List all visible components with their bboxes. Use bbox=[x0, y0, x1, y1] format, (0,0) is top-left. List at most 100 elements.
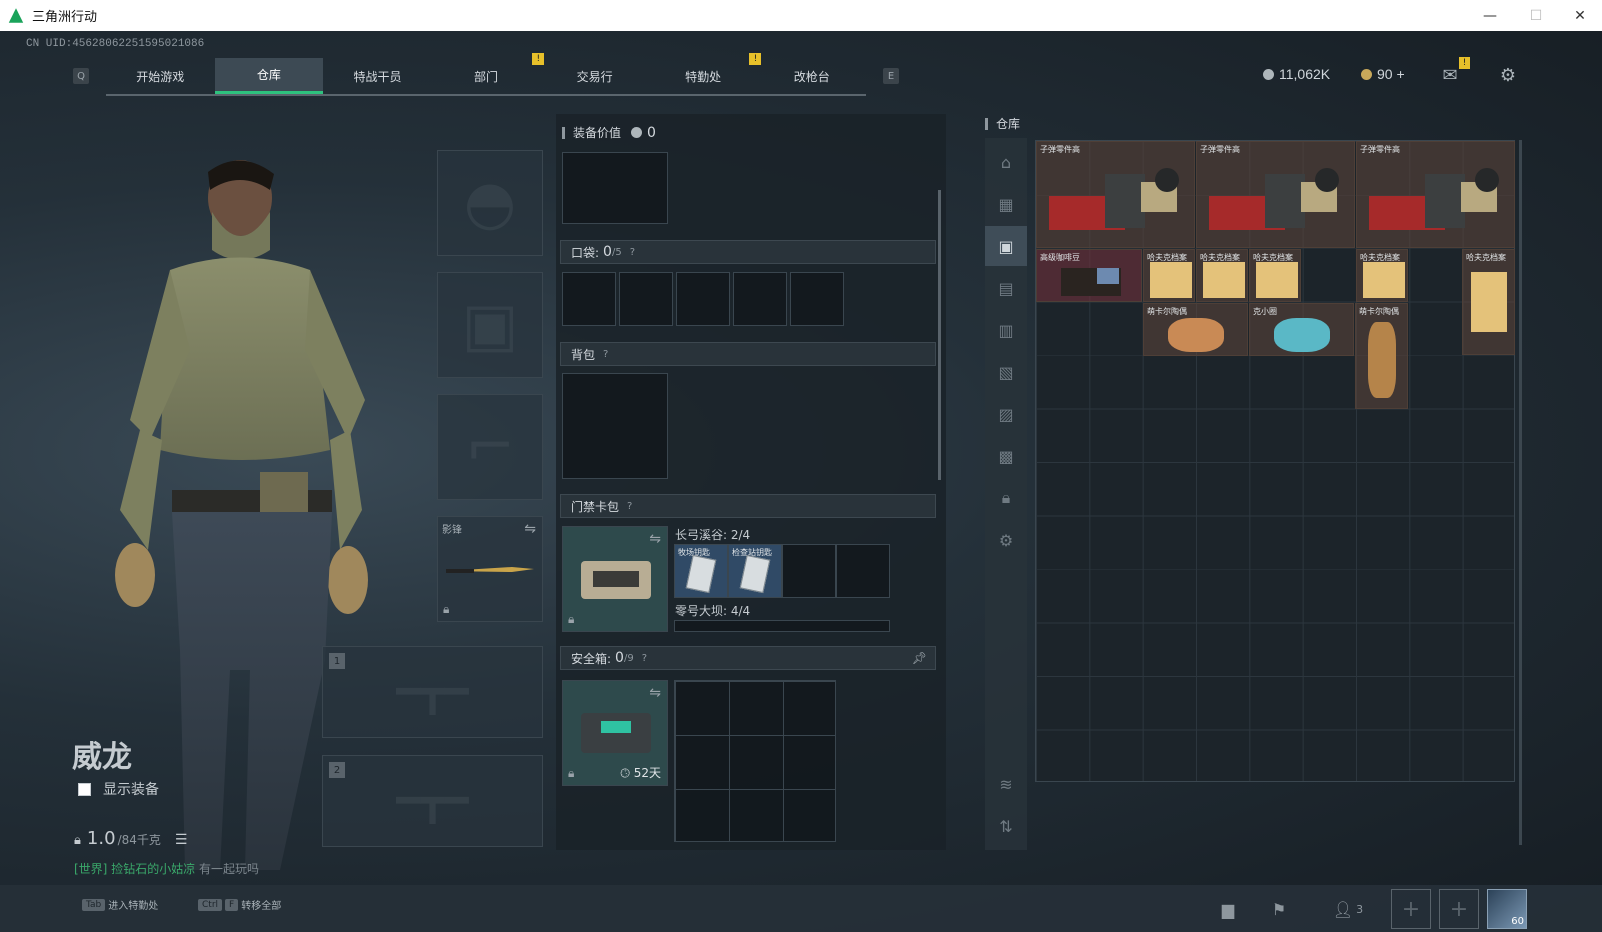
loadout-scrollbar[interactable] bbox=[938, 190, 941, 480]
safebox-grid[interactable] bbox=[674, 680, 836, 842]
coffee-bean-image bbox=[1061, 268, 1121, 296]
nav-next-key[interactable]: E bbox=[883, 68, 899, 84]
currency-primary[interactable]: 11,062K bbox=[1263, 66, 1330, 82]
tab-trading[interactable]: 交易行 bbox=[540, 58, 649, 94]
stash-item[interactable]: 哈夫克档案 bbox=[1249, 249, 1301, 302]
pocket-cell[interactable] bbox=[733, 272, 787, 326]
swap-icon[interactable]: ⇋ bbox=[524, 521, 536, 537]
enter-special-ops-hint[interactable]: Tab 进入特勤处 bbox=[82, 897, 158, 912]
gear-icon[interactable]: ⚙ bbox=[1496, 64, 1520, 86]
tab-special-ops[interactable]: 特勤处! bbox=[649, 53, 762, 94]
pocket-cell[interactable] bbox=[790, 272, 844, 326]
swap-icon[interactable]: ⇋ bbox=[649, 685, 661, 701]
category-v-icon[interactable]: ▥ bbox=[985, 310, 1027, 350]
category-misc-icon[interactable]: ▧ bbox=[985, 352, 1027, 392]
flag-icon[interactable]: ⚑ bbox=[1265, 897, 1293, 921]
swap-icon[interactable]: ⇋ bbox=[649, 531, 661, 547]
key-item[interactable]: 检查站钥匙 bbox=[728, 544, 782, 598]
carry-weight: 🔒︎ 1.0 /84千克 ☰ bbox=[74, 828, 188, 849]
primary-weapon-slot[interactable]: 1 ━┳━ bbox=[322, 646, 543, 738]
window-title: 三角洲行动 bbox=[32, 9, 98, 24]
keycard-case-slot[interactable]: ⇋ 🔒︎ bbox=[562, 526, 668, 632]
stash-item[interactable]: 哈夫克档案 bbox=[1196, 249, 1248, 302]
add-teammate-button[interactable]: + bbox=[1439, 889, 1479, 929]
player-uid: CN UID:4562806225159502108​6 bbox=[26, 38, 205, 50]
stash-item[interactable]: 子弹零件高 bbox=[1036, 141, 1195, 248]
category-misc2-icon[interactable]: ▨ bbox=[985, 394, 1027, 434]
window-titlebar: 三角洲行动 — ☐ ✕ bbox=[0, 0, 1602, 31]
pocket-cell[interactable] bbox=[676, 272, 730, 326]
key-cell[interactable] bbox=[782, 544, 836, 598]
stash-item[interactable]: 高级咖啡豆 bbox=[1036, 249, 1142, 302]
keycard-map-1: 长弓溪谷: 2/4 bbox=[675, 528, 751, 542]
stash-item[interactable]: 克小圈 bbox=[1249, 303, 1354, 356]
secondary-weapon-slot[interactable]: 2 ━┳━ bbox=[322, 755, 543, 847]
stash-item[interactable]: 子弹零件高 bbox=[1356, 141, 1515, 248]
category-weapons-icon[interactable]: ▦ bbox=[985, 184, 1027, 224]
nav-prev-key[interactable]: Q bbox=[73, 68, 89, 84]
helmet-slot[interactable]: ◓ bbox=[437, 150, 543, 256]
key-row-partial[interactable] bbox=[674, 620, 890, 632]
operator-name: 威龙 bbox=[72, 740, 132, 775]
armor-slot[interactable]: ▣ bbox=[437, 272, 543, 378]
currency-secondary[interactable]: 90 + bbox=[1361, 66, 1405, 82]
transfer-all-hint[interactable]: Ctrl F 转移全部 bbox=[198, 897, 281, 912]
show-gear-checkbox[interactable] bbox=[78, 782, 91, 796]
lock-icon: 🔒︎ bbox=[568, 612, 575, 626]
stash-item[interactable]: 哈夫克档案 bbox=[1462, 249, 1515, 355]
figurine-icon bbox=[1274, 318, 1330, 352]
pistol-slot[interactable]: ⌐ bbox=[437, 394, 543, 500]
minimize-button[interactable]: — bbox=[1468, 0, 1512, 31]
stats-icon[interactable]: ▆ bbox=[1214, 897, 1242, 921]
category-settings-icon[interactable]: ⚙ bbox=[985, 520, 1027, 560]
backpack-slot[interactable] bbox=[562, 373, 668, 479]
sort-icon[interactable]: ⇅ bbox=[985, 806, 1027, 846]
melee-slot[interactable]: 影锋 ⇋ 🔒︎ bbox=[437, 516, 543, 622]
safebox-slot[interactable]: ⇋ 🔒︎ 🕓︎ 52天 bbox=[562, 680, 668, 786]
category-misc3-icon[interactable]: ▩ bbox=[985, 436, 1027, 476]
stash-item[interactable]: 萌卡尔陶偶 bbox=[1143, 303, 1248, 356]
tab-warehouse[interactable]: 仓库 bbox=[214, 58, 324, 94]
tab-start-game[interactable]: 开始游戏 bbox=[106, 58, 215, 94]
stash-item[interactable]: 哈夫克档案 bbox=[1143, 249, 1195, 302]
avatar[interactable]: 60 bbox=[1487, 889, 1527, 929]
help-icon[interactable]: ? bbox=[642, 653, 647, 664]
tab-department[interactable]: 部门! bbox=[432, 53, 545, 94]
stash-item[interactable]: 子弹零件高 bbox=[1196, 141, 1355, 248]
pistol-icon: ⌐ bbox=[464, 412, 516, 482]
tab-operators[interactable]: 特战干员 bbox=[323, 58, 432, 94]
stash-item[interactable]: 哈夫克档案 bbox=[1356, 249, 1408, 302]
key-cell[interactable] bbox=[836, 544, 890, 598]
chest-rig-slot[interactable] bbox=[562, 152, 668, 224]
list-icon[interactable]: ☰ bbox=[175, 832, 188, 848]
add-teammate-button[interactable]: + bbox=[1391, 889, 1431, 929]
pocket-cell[interactable] bbox=[619, 272, 673, 326]
category-gear-icon[interactable]: ▣ bbox=[985, 226, 1027, 266]
world-chat-line[interactable]: [世界] 捡钻石的小姑凉 有一起玩吗 bbox=[74, 860, 259, 877]
help-icon[interactable]: ? bbox=[630, 247, 635, 258]
pin-icon[interactable]: 📌︎ bbox=[912, 651, 927, 665]
help-icon[interactable]: ? bbox=[627, 501, 632, 512]
help-icon[interactable]: ? bbox=[603, 349, 608, 360]
stash-category-sidebar: ⌂ ▦ ▣ ▤ ▥ ▧ ▨ ▩ 🔒︎ ⚙ ≋ ⇅ bbox=[985, 138, 1027, 850]
safebox-duration: 🕓︎ 52天 bbox=[620, 766, 661, 780]
ammo-parts-image bbox=[1209, 168, 1339, 230]
keycard-case-image bbox=[581, 561, 651, 599]
close-button[interactable]: ✕ bbox=[1558, 0, 1602, 31]
pocket-cell[interactable] bbox=[562, 272, 616, 326]
stash-item[interactable]: 萌卡尔陶偶 bbox=[1355, 303, 1408, 409]
tab-gunsmith[interactable]: 改枪台 bbox=[757, 58, 866, 94]
maximize-button[interactable]: ☐ bbox=[1514, 0, 1558, 31]
team-button[interactable]: 👤︎ 3 bbox=[1326, 897, 1370, 921]
figurine-icon bbox=[1368, 322, 1396, 398]
category-locked-icon[interactable]: 🔒︎ bbox=[985, 478, 1027, 518]
category-iv-icon[interactable]: ▤ bbox=[985, 268, 1027, 308]
key-item[interactable]: 牧场钥匙 bbox=[674, 544, 728, 598]
show-gear-toggle[interactable]: 显示装备 bbox=[78, 779, 159, 799]
ammo-parts-image bbox=[1369, 168, 1499, 230]
stash-header: 仓库 bbox=[985, 115, 1020, 132]
category-all-icon[interactable]: ⌂ bbox=[985, 142, 1027, 182]
stash-scrollbar[interactable] bbox=[1519, 140, 1522, 845]
layers-icon[interactable]: ≋ bbox=[985, 764, 1027, 804]
figurine-icon bbox=[1168, 318, 1224, 352]
